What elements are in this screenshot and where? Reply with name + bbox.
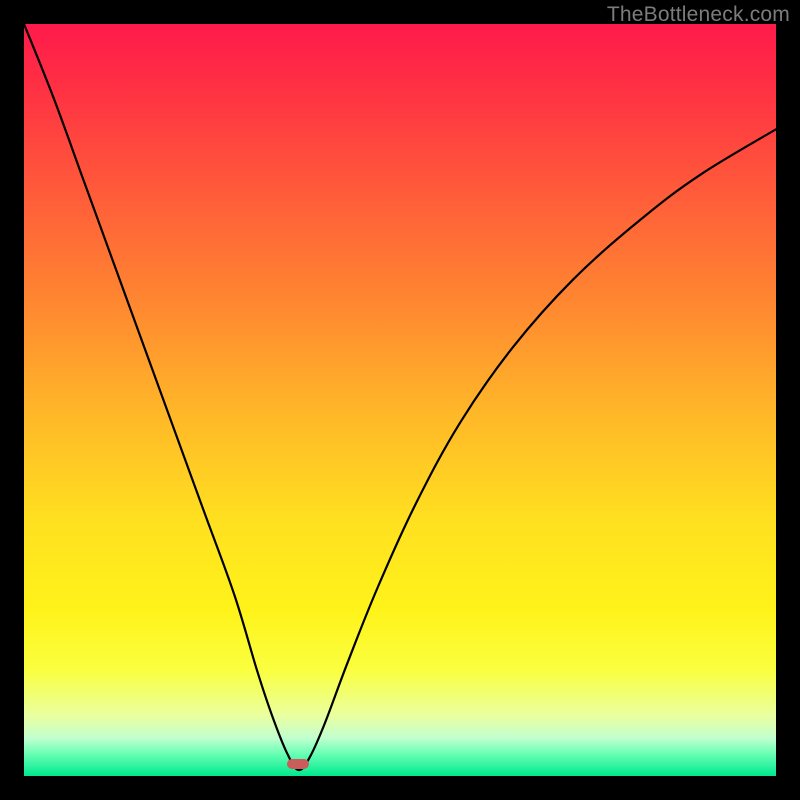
optimal-point-marker bbox=[287, 759, 309, 769]
watermark-text: TheBottleneck.com bbox=[607, 3, 790, 27]
chart-frame: TheBottleneck.com bbox=[0, 0, 800, 800]
curve-svg bbox=[24, 24, 776, 776]
bottleneck-curve bbox=[24, 24, 776, 770]
plot-area bbox=[24, 24, 776, 776]
